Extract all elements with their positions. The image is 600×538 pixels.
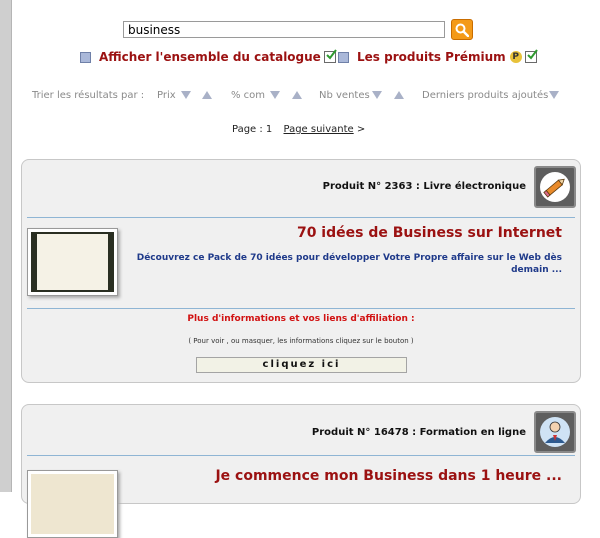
sort-price-asc-icon[interactable] — [202, 91, 212, 99]
sort-commission-label: % com — [231, 90, 266, 101]
filter-premium[interactable]: Les produits Prémium P — [338, 49, 538, 64]
search-input[interactable] — [123, 21, 445, 38]
product-description: Découvrez ce Pack de 70 idées pour dével… — [136, 253, 562, 275]
sort-price-label: Prix — [157, 90, 176, 101]
sort-latest-label: Derniers produits ajoutés — [422, 90, 549, 101]
page-indicator: Page : 1 — [232, 124, 273, 135]
pencil-icon — [534, 166, 576, 208]
search-button[interactable] — [451, 19, 473, 40]
user-icon — [534, 411, 576, 453]
premium-icon: P — [509, 51, 522, 63]
sort-commission-asc-icon[interactable] — [292, 91, 302, 99]
sort-sales-label: Nb ventes — [319, 90, 370, 101]
product-header: Produit N° 2363 : Livre électronique — [322, 181, 526, 192]
show-info-button[interactable]: cliquez ici — [196, 357, 407, 373]
product-card: Produit N° 16478 : Formation en ligne Je… — [21, 404, 581, 538]
product-card: Produit N° 2363 : Livre électronique 70 … — [21, 159, 581, 383]
pagination: Page : 1 Page suivante > — [232, 124, 365, 135]
toggle-hint: ( Pour voir , ou masquer, les informatio… — [188, 337, 414, 345]
product-title[interactable]: Je commence mon Business dans 1 heure ..… — [215, 468, 562, 484]
product-thumbnail[interactable] — [27, 470, 118, 538]
catalogue-radio[interactable] — [80, 51, 91, 63]
search-icon — [455, 23, 469, 37]
sort-commission-desc-icon[interactable] — [270, 91, 280, 99]
check-icon — [524, 49, 538, 63]
check-icon — [323, 49, 337, 63]
affiliation-info-title: Plus d'informations et vos liens d'affil… — [187, 314, 415, 324]
product-header: Produit N° 16478 : Formation en ligne — [311, 427, 526, 438]
sort-label: Trier les résultats par : — [32, 90, 145, 101]
card-divider — [27, 308, 575, 309]
sort-sales-asc-icon[interactable] — [394, 91, 404, 99]
product-thumbnail[interactable] — [27, 228, 118, 296]
card-divider — [27, 217, 575, 218]
filter-catalogue[interactable]: Afficher l'ensemble du catalogue — [80, 49, 337, 64]
left-sidebar-edge — [0, 0, 12, 492]
sort-bar: Trier les résultats par : Prix % com Nb … — [32, 90, 572, 104]
catalogue-label: Afficher l'ensemble du catalogue — [99, 50, 321, 64]
product-title[interactable]: 70 idées de Business sur Internet — [297, 225, 562, 241]
sort-price-desc-icon[interactable] — [181, 91, 191, 99]
catalogue-filters: Afficher l'ensemble du catalogue Les pro… — [80, 49, 540, 66]
next-page-link[interactable]: Page suivante — [284, 124, 354, 135]
sort-sales-desc-icon[interactable] — [372, 91, 382, 99]
premium-label: Les produits Prémium — [357, 50, 506, 64]
sort-latest-desc-icon[interactable] — [549, 91, 559, 99]
next-arrow[interactable]: > — [357, 124, 365, 135]
premium-radio[interactable] — [338, 51, 349, 63]
card-divider — [27, 455, 575, 456]
